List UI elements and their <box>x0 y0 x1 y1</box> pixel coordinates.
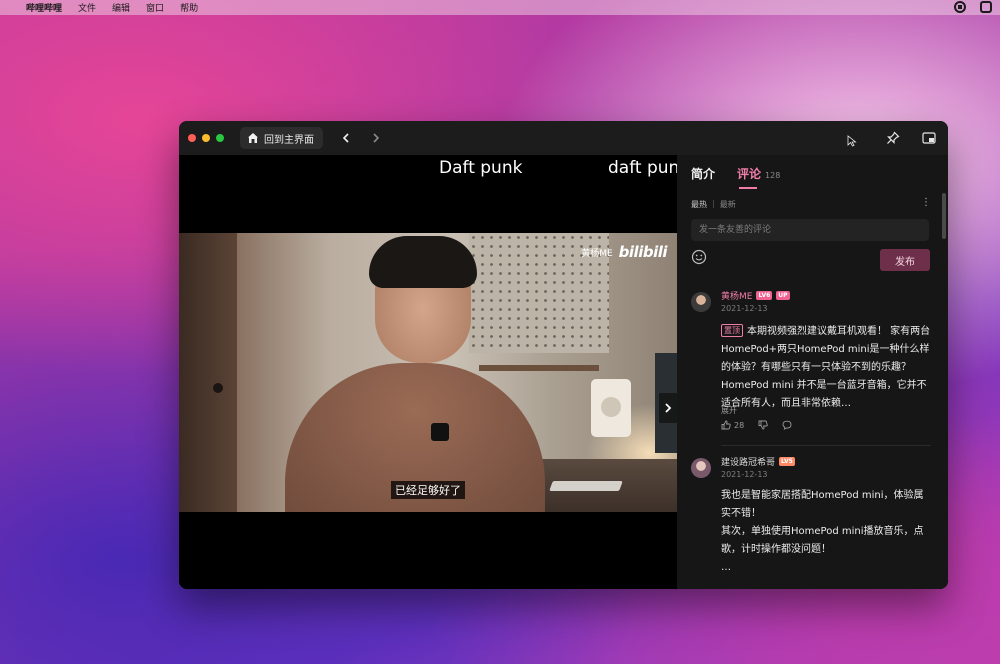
chevron-right-icon <box>665 403 672 413</box>
reply-button[interactable] <box>782 420 792 430</box>
tab-comments[interactable]: 评论 128 <box>737 165 780 182</box>
scene-keyboard <box>549 481 623 491</box>
scene-shelf <box>479 365 599 371</box>
more-options-icon[interactable]: ⋮ <box>921 197 931 208</box>
comment-input[interactable] <box>691 219 929 241</box>
app-window: 回到主界面 Daft punk daft punk 黄杨ME bilibili … <box>179 121 948 589</box>
avatar[interactable] <box>691 292 711 312</box>
comment-text: 我也是智能家居搭配HomePod mini，体验属实不错！ 其次，单独使用Hom… <box>721 487 931 577</box>
mouse-cursor-icon <box>847 135 857 147</box>
like-button[interactable]: 28 <box>721 420 744 430</box>
window-controls <box>188 134 224 142</box>
pinned-tag: 置顶 <box>721 324 743 337</box>
watermark-user: 黄杨ME <box>581 248 613 259</box>
active-tab-indicator <box>739 187 757 189</box>
lapel-mic <box>431 423 449 441</box>
back-button[interactable] <box>339 131 353 145</box>
person-hair <box>369 236 477 288</box>
menu-app-name[interactable]: 哔哩哔哩 <box>26 1 62 14</box>
minimize-window-button[interactable] <box>202 134 210 142</box>
comment-content: 本期视频强烈建议戴耳机观看！ 家有两台HomePod+两只HomePod min… <box>721 326 931 409</box>
sort-new[interactable]: 最新 <box>720 199 736 210</box>
up-badge: UP <box>776 291 790 300</box>
video-frame: 黄杨ME bilibili 已经足够好了 <box>179 233 677 512</box>
comment-count: 128 <box>765 171 781 180</box>
comment-actions: 28 <box>721 420 792 430</box>
pin-icon[interactable] <box>886 131 900 145</box>
bilibili-logo: bilibili <box>618 243 668 261</box>
danmaku-comment: Daft punk <box>439 158 523 178</box>
comment-date: 2021-12-13 <box>721 470 768 479</box>
zoom-window-button[interactable] <box>216 134 224 142</box>
chevron-right-icon <box>373 133 380 143</box>
expand-link[interactable]: 展开 <box>721 405 737 416</box>
menu-file[interactable]: 文件 <box>78 1 96 14</box>
scene-door <box>179 233 237 512</box>
record-stop-icon[interactable] <box>954 1 966 13</box>
sort-hot[interactable]: 最热 <box>691 199 707 210</box>
comment-line: 其次，单独使用HomePod mini播放音乐，点歌，计时操作都没问题！ <box>721 526 924 555</box>
comment-line: 我也是智能家居搭配HomePod mini，体验属实不错！ <box>721 490 924 519</box>
bilibili-tv-icon[interactable] <box>980 1 992 13</box>
avatar[interactable] <box>691 458 711 478</box>
close-window-button[interactable] <box>188 134 196 142</box>
thumbs-up-icon <box>721 420 731 430</box>
comment-date: 2021-12-13 <box>721 304 768 313</box>
picture-in-picture-icon[interactable] <box>922 131 936 145</box>
video-watermark: 黄杨ME bilibili <box>581 243 667 261</box>
emoji-icon[interactable] <box>691 249 707 265</box>
tab-intro[interactable]: 简介 <box>691 165 715 182</box>
menu-edit[interactable]: 编辑 <box>112 1 130 14</box>
video-subtitle: 已经足够好了 <box>391 481 465 499</box>
panel-scrollbar[interactable] <box>942 193 946 239</box>
dislike-button[interactable] <box>758 420 768 430</box>
reply-bubble-icon <box>782 420 792 430</box>
sort-separator: | <box>712 199 715 208</box>
tab-comments-label: 评论 <box>737 167 762 181</box>
comment-header: 建设路冠希哥 LV5 <box>721 455 795 468</box>
comment-divider <box>721 445 931 446</box>
panel-tabs: 简介 评论 128 <box>691 165 780 182</box>
comment-username[interactable]: 建设路冠希哥 <box>721 455 775 468</box>
comment-text: 置顶 本期视频强烈建议戴耳机观看！ 家有两台HomePod+两只HomePod m… <box>721 323 931 413</box>
thumbs-down-icon <box>758 420 768 430</box>
comment-sort: 最热 | 最新 <box>691 199 736 210</box>
scene-speaker <box>591 379 631 437</box>
collapse-panel-button[interactable] <box>659 393 677 423</box>
menu-help[interactable]: 帮助 <box>180 1 198 14</box>
side-panel: 简介 评论128 最热 | 最新 ⋮ 发布 黄杨ME LV6 UP 2021-1… <box>677 155 948 589</box>
comment-username[interactable]: 黄杨ME <box>721 289 752 302</box>
like-count: 28 <box>734 420 745 430</box>
comment-line: … <box>721 562 731 573</box>
publish-button[interactable]: 发布 <box>880 249 930 271</box>
chevron-left-icon <box>342 133 349 143</box>
home-icon <box>248 133 258 143</box>
video-player[interactable]: Daft punk daft punk 黄杨ME bilibili 已经足够好了 <box>179 155 689 589</box>
home-button-label: 回到主界面 <box>264 134 314 146</box>
forward-button[interactable] <box>369 131 383 145</box>
macos-menu-bar: 哔哩哔哩 文件 编辑 窗口 帮助 <box>0 0 1000 15</box>
title-bar: 回到主界面 <box>179 121 948 155</box>
comment-header: 黄杨ME LV6 UP <box>721 289 790 302</box>
level-badge: LV5 <box>779 457 795 466</box>
menu-window[interactable]: 窗口 <box>146 1 164 14</box>
home-button[interactable]: 回到主界面 <box>240 127 323 149</box>
level-badge: LV6 <box>756 291 773 300</box>
